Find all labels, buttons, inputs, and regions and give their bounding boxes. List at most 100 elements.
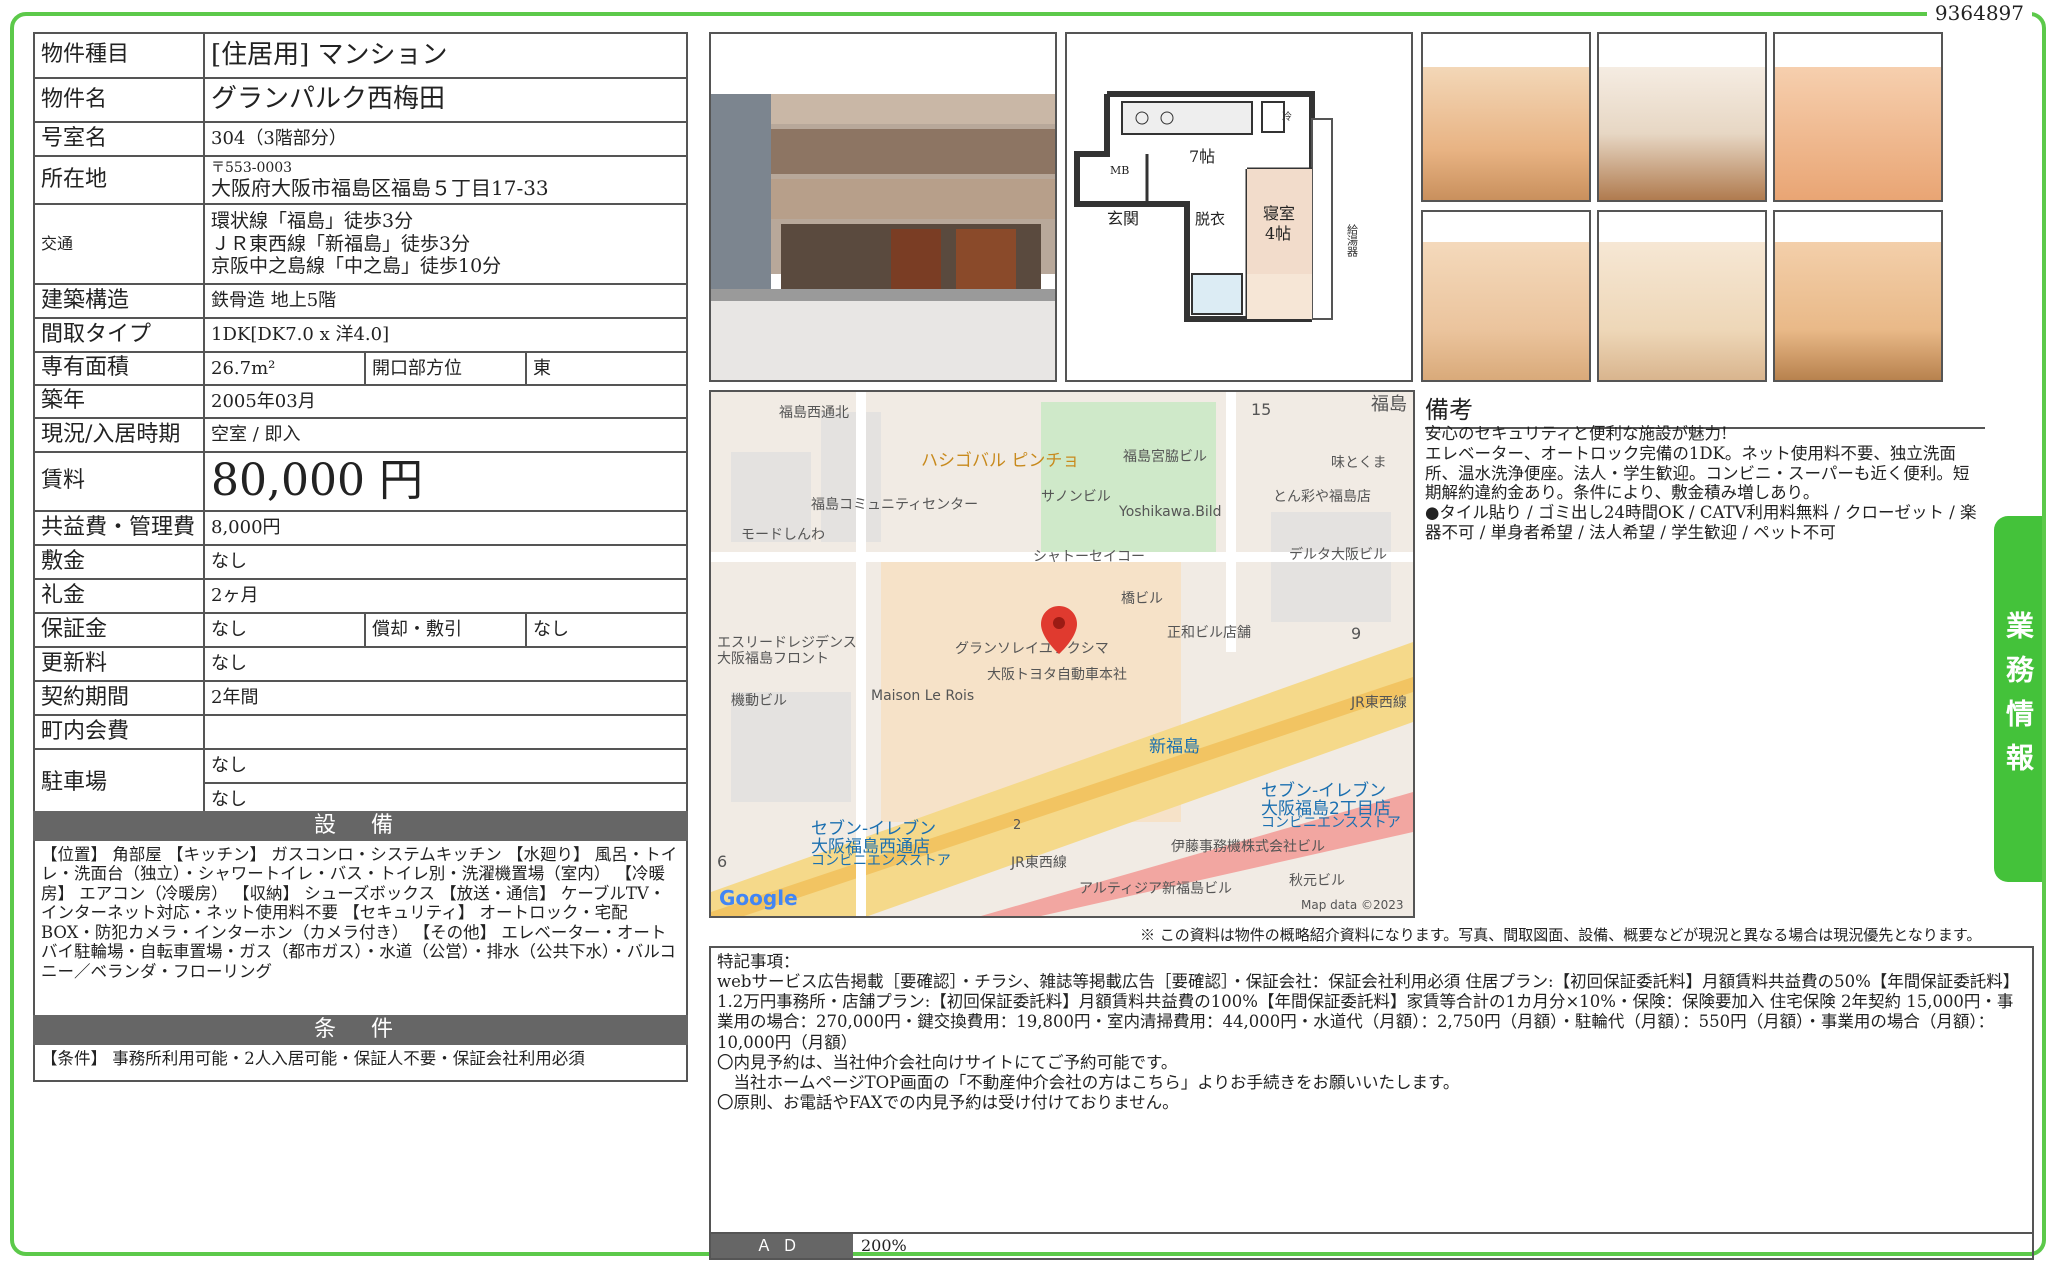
- equipment-text: 【位置】 角部屋 【キッチン】 ガスコンロ・システムキッチン 【水廻り】 風呂・…: [33, 841, 688, 1017]
- name-label: 物件名: [33, 77, 205, 123]
- map-label: 福島西通北: [779, 405, 849, 421]
- parking-label: 駐車場: [33, 747, 205, 818]
- structure-label: 建築構造: [33, 283, 205, 319]
- town-fee-value: [203, 713, 688, 750]
- access-line: 環状線「福島」徒歩3分: [211, 209, 414, 232]
- dressing-label: 脱衣: [1195, 210, 1225, 228]
- built-value: 2005年03月: [203, 384, 688, 419]
- document-id: 9364897: [1926, 1, 2032, 25]
- ad-row: ＡＤ 200%: [709, 1232, 2034, 1260]
- remarks-line: ●タイル貼り / ゴミ出し24時間OK / CATV利用料無料 / クローゼット…: [1425, 503, 1977, 542]
- deposit-label: 敷金: [33, 543, 205, 580]
- bathroom-photo: [1773, 32, 1943, 202]
- notes-line: webサービス広告掲載［要確認］・チラシ、雑誌等掲載広告［要確認］・保証会社：保…: [717, 972, 2020, 1052]
- map-label: 橋ビル: [1121, 591, 1163, 607]
- building-photo-image: [711, 34, 1055, 380]
- built-label: 築年: [33, 384, 205, 419]
- floor-plan-image: 冷 7帖 寝室 4帖 玄関 脱衣 MB 給湯器: [1067, 34, 1411, 380]
- renewal-label: 更新料: [33, 645, 205, 682]
- map-label: サノンビル: [1041, 489, 1111, 505]
- contract-value: 2年間: [203, 679, 688, 716]
- floor-plan: 冷 7帖 寝室 4帖 玄関 脱衣 MB 給湯器: [1065, 32, 1413, 382]
- key-money-label: 礼金: [33, 577, 205, 614]
- hallway-photo: [1597, 210, 1767, 382]
- town-fee-label: 町内会費: [33, 713, 205, 750]
- map-label: 伊藤事務機株式会社ビル: [1171, 839, 1325, 855]
- name-value: グランパルク西梅田: [203, 77, 688, 123]
- kitchen-photo: [1597, 32, 1767, 202]
- building-photo: [709, 32, 1057, 382]
- address-zip: 〒553-0003: [211, 159, 293, 176]
- direction-value: 東: [525, 351, 688, 386]
- parking-value: なし: [203, 747, 688, 784]
- property-details-table: 物件種目 [住居用] マンション 物件名 グランパルク西梅田 号室名 304（3…: [33, 32, 688, 818]
- guarantee-label: 保証金: [33, 611, 205, 648]
- map-label: とん彩や福島店: [1273, 489, 1371, 505]
- rent-label: 賃料: [33, 451, 205, 512]
- address-label: 所在地: [33, 155, 205, 205]
- entrance-label: 玄関: [1107, 209, 1139, 228]
- map-label: 機動ビル: [731, 693, 787, 709]
- map-label: 6: [717, 852, 728, 871]
- layout-value: 1DK[DK7.0 x 洋4.0]: [203, 317, 688, 353]
- bedroom-label: 寝室: [1263, 204, 1295, 223]
- map-label: Yoshikawa.Bild: [1119, 504, 1222, 520]
- map-label: 大阪福島フロント: [717, 651, 829, 667]
- layout-label: 間取タイプ: [33, 317, 205, 353]
- map-label: JR東西線: [1011, 855, 1067, 871]
- notes-line: 当社ホームページTOP画面の「不動産仲介会社の方はこちら」よりお手続きをお願いい…: [717, 1072, 1460, 1092]
- status-value: 空室 / 即入: [203, 417, 688, 453]
- deposit-value: なし: [203, 543, 688, 580]
- map-label: デルタ大阪ビル: [1289, 547, 1387, 563]
- map-label: シャトーセイコー: [1033, 549, 1145, 565]
- google-logo: Google: [719, 886, 798, 910]
- remarks-body: 安心のセキュリティと便利な施設が魅力! エレベーター、オートロック完備の1DK。…: [1425, 424, 1985, 543]
- map-station-label: 新福島: [1149, 737, 1200, 757]
- direction-label: 開口部方位: [364, 351, 527, 386]
- access-line: 京阪中之島線「中之島」徒歩10分: [211, 255, 502, 278]
- notes-line: 〇内見予約は、当社仲介会社向けサイトにてご予約可能です。: [717, 1052, 1178, 1072]
- area-label: 専有面積: [33, 351, 205, 386]
- disclaimer: ※ この資料は物件の概略紹介資料になります。写真、間取図面、設備、概要などが現況…: [1140, 926, 1982, 944]
- map-label: 正和ビル店舗: [1167, 625, 1251, 641]
- map-label: 15: [1251, 400, 1272, 419]
- location-map[interactable]: 福島西通北 ハシゴバル ピンチョ 福島宮脇ビル 味とくま サノンビル Yoshi…: [709, 390, 1415, 918]
- structure-value: 鉄骨造 地上5階: [203, 283, 688, 319]
- map-label: コンビニエンスストア: [811, 853, 951, 869]
- map-label: 2: [1013, 818, 1022, 833]
- contract-label: 契約期間: [33, 679, 205, 716]
- access-line: ＪＲ東西線「新福島」徒歩3分: [211, 232, 471, 255]
- map-label: 福島: [1371, 394, 1407, 415]
- special-notes: 特記事項： webサービス広告掲載［要確認］・チラシ、雑誌等掲載広告［要確認］・…: [709, 946, 2034, 1234]
- map-label: モードしんわ: [741, 527, 825, 543]
- room-value: 304（3階部分）: [203, 121, 688, 157]
- location-pin-icon[interactable]: [1041, 606, 1077, 654]
- toilet-photo: [1421, 210, 1591, 382]
- mb-label: MB: [1110, 164, 1129, 177]
- fridge-label: 冷: [1282, 110, 1292, 123]
- renewal-value: なし: [203, 645, 688, 682]
- conditions-heading: 条 件: [33, 1015, 688, 1045]
- map-label: Maison Le Rois: [871, 688, 975, 704]
- room-photo: [1421, 32, 1591, 202]
- area-value: 26.7m²: [203, 351, 366, 386]
- map-label: JR東西線: [1351, 695, 1407, 711]
- access-label: 交通: [33, 203, 205, 285]
- access-cell: 環状線「福島」徒歩3分 ＪＲ東西線「新福島」徒歩3分 京阪中之島線「中之島」徒歩…: [203, 203, 688, 285]
- rent-value: 80,000 円: [203, 451, 688, 512]
- amortization-label: 償却・敷引: [364, 611, 527, 648]
- map-label: 大阪トヨタ自動車本社: [987, 667, 1127, 683]
- kitchen-size: 7帖: [1189, 147, 1215, 166]
- notes-line: 〇原則、お電話やFAXでの内見予約は受け付けておりません。: [717, 1092, 1179, 1112]
- address-value: 大阪府大阪市福島区福島５丁目17-33: [211, 176, 549, 201]
- map-label: 秋元ビル: [1289, 873, 1345, 889]
- map-label: 福島コミュニティセンター: [811, 497, 979, 513]
- room-label: 号室名: [33, 121, 205, 157]
- map-label: アルティジア新福島ビル: [1079, 881, 1233, 897]
- business-info-tab[interactable]: 業務情報: [1994, 516, 2042, 882]
- amortization-value: なし: [525, 611, 688, 648]
- remarks-line: 安心のセキュリティと便利な施設が魅力!: [1425, 424, 1728, 443]
- status-label: 現況/入居時期: [33, 417, 205, 453]
- conditions-text: 【条件】 事務所利用可能・2人入居可能・保証人不要・保証会社利用必須: [33, 1045, 688, 1082]
- address-cell: 〒553-0003 大阪府大阪市福島区福島５丁目17-33: [203, 155, 688, 205]
